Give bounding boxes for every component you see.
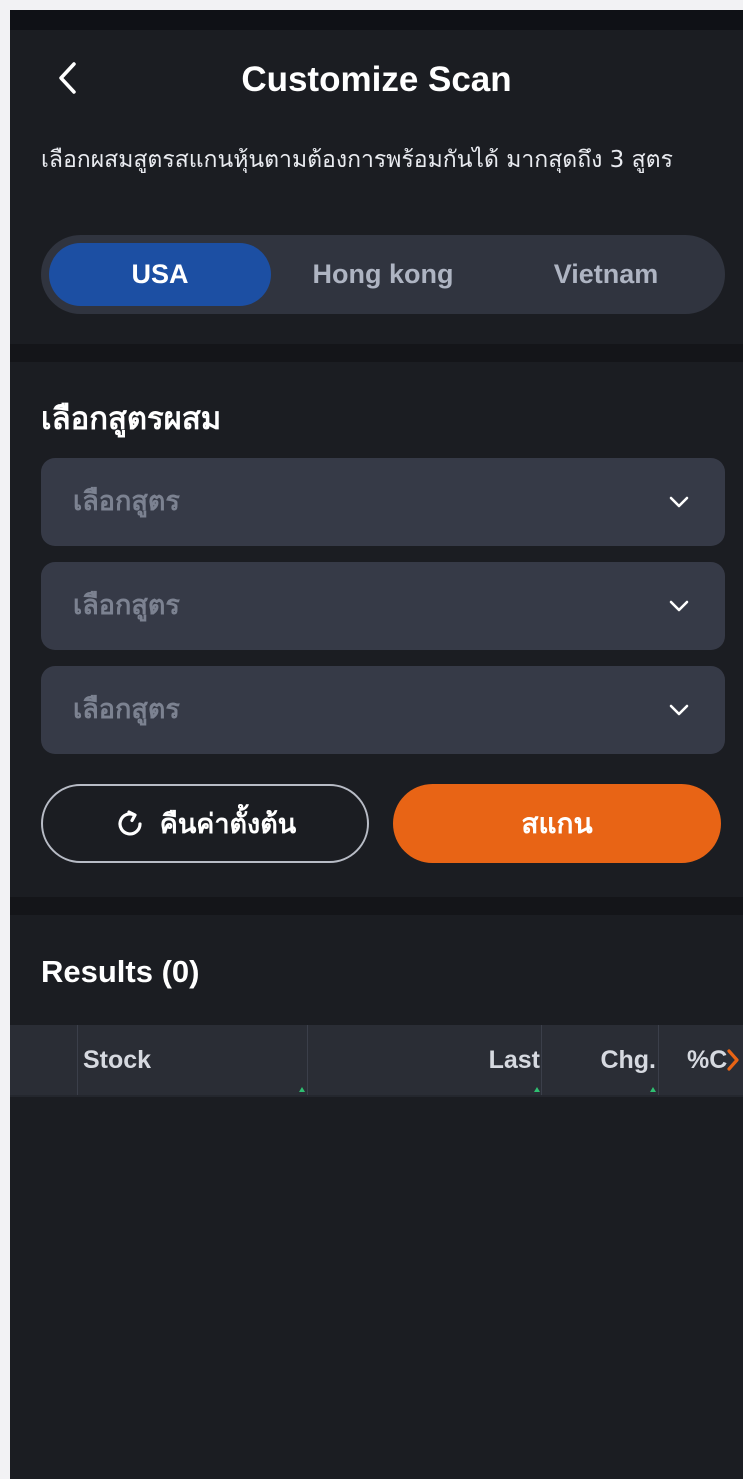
chevron-down-icon bbox=[669, 704, 689, 716]
market-selector: USA Hong kong Vietnam bbox=[41, 235, 725, 314]
formula-select-placeholder: เลือกสูตร bbox=[73, 694, 180, 725]
column-header-chg[interactable]: Chg. bbox=[550, 1025, 656, 1095]
tab-usa[interactable]: USA bbox=[49, 243, 271, 306]
chevron-down-icon bbox=[669, 600, 689, 612]
sort-indicator-icon bbox=[299, 1087, 305, 1092]
chevron-down-icon bbox=[669, 496, 689, 508]
column-header-last[interactable]: Last bbox=[310, 1025, 540, 1095]
results-table-header: Stock Last Chg. %C bbox=[10, 1025, 743, 1095]
app-screen: Customize Scan เลือกผสมสูตรสแกนหุ้นตามต้… bbox=[10, 10, 743, 1479]
column-header-pct-change[interactable]: %C bbox=[687, 1025, 727, 1095]
column-separator bbox=[77, 1025, 78, 1095]
page-title: Customize Scan bbox=[241, 60, 512, 99]
formula-select-placeholder: เลือกสูตร bbox=[73, 590, 180, 621]
formula-select-3[interactable]: เลือกสูตร bbox=[41, 666, 725, 754]
chevron-right-icon[interactable] bbox=[724, 1047, 742, 1073]
formula-select-2[interactable]: เลือกสูตร bbox=[41, 562, 725, 650]
scan-instructions: เลือกผสมสูตรสแกนหุ้นตามต้องการพร้อมกันได… bbox=[41, 147, 673, 173]
sort-indicator-icon bbox=[650, 1087, 656, 1092]
refresh-icon bbox=[118, 809, 142, 836]
column-separator bbox=[541, 1025, 542, 1095]
status-bar bbox=[10, 10, 743, 30]
tab-vietnam[interactable]: Vietnam bbox=[495, 243, 717, 306]
formula-select-1[interactable]: เลือกสูตร bbox=[41, 458, 725, 546]
results-title: Results (0) bbox=[41, 954, 200, 989]
section-divider bbox=[10, 344, 743, 362]
column-header-stock[interactable]: Stock bbox=[83, 1025, 151, 1095]
table-divider bbox=[10, 1095, 743, 1097]
tab-hong-kong[interactable]: Hong kong bbox=[272, 243, 494, 306]
column-separator bbox=[658, 1025, 659, 1095]
reset-button-label: คืนค่าตั้งต้น bbox=[159, 809, 297, 840]
formula-select-placeholder: เลือกสูตร bbox=[73, 486, 180, 517]
reset-button[interactable]: คืนค่าตั้งต้น bbox=[41, 784, 369, 863]
sort-indicator-icon bbox=[534, 1087, 540, 1092]
section-divider bbox=[10, 897, 743, 915]
column-separator bbox=[307, 1025, 308, 1095]
scan-button[interactable]: สแกน bbox=[393, 784, 721, 863]
formula-section-title: เลือกสูตรผสม bbox=[41, 401, 222, 437]
